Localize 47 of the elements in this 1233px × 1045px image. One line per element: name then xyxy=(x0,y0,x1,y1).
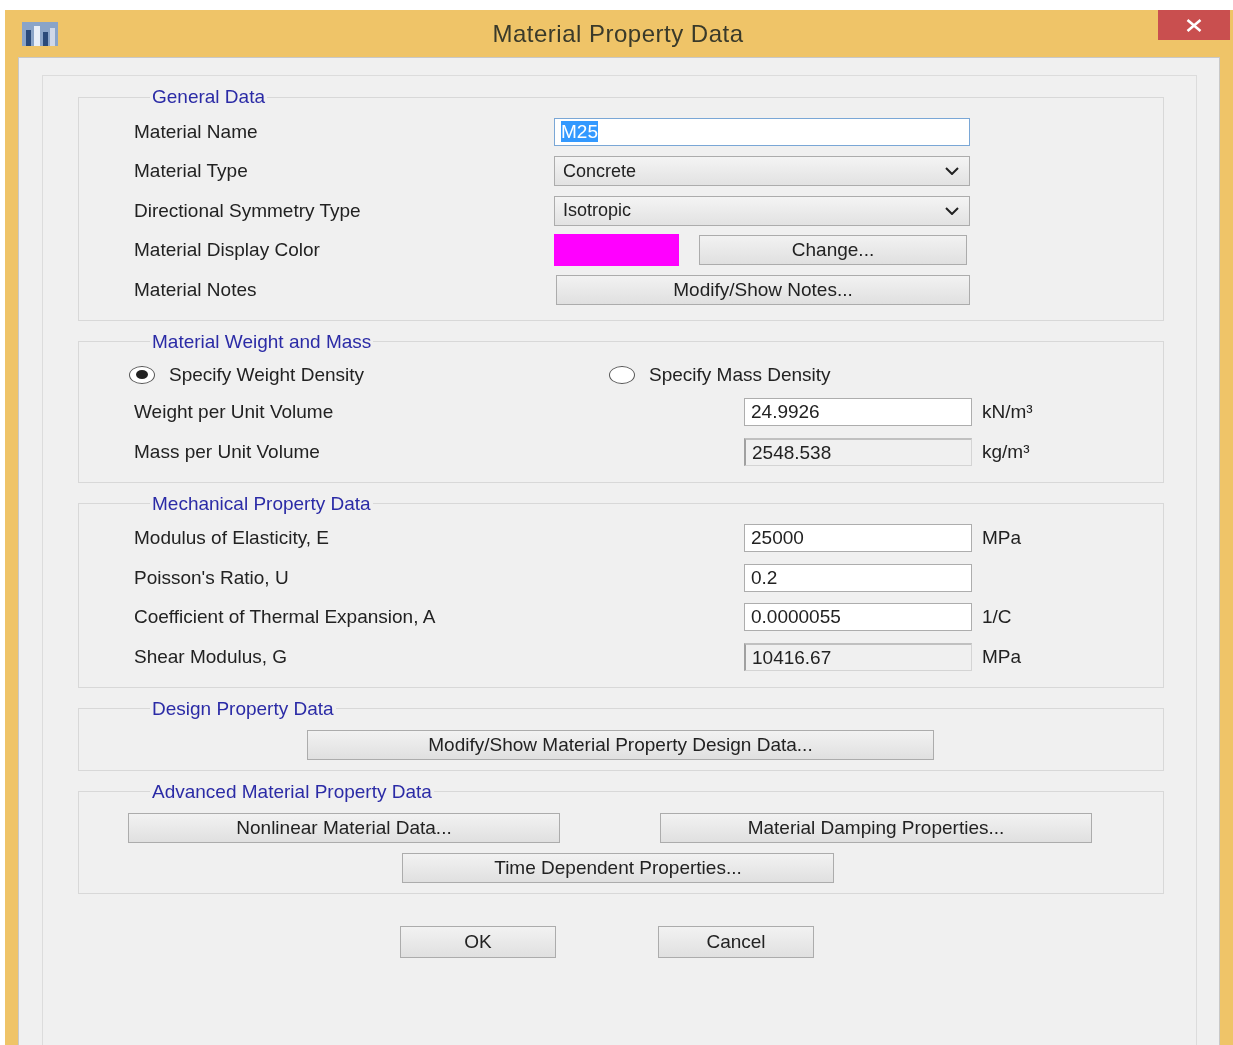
design-data-button[interactable]: Modify/Show Material Property Design Data... xyxy=(307,729,934,760)
section-title: General Data xyxy=(151,86,266,108)
app-icon xyxy=(22,21,58,46)
field-label: Material Name xyxy=(134,120,259,143)
section-title: Material Weight and Mass xyxy=(151,330,373,353)
chevron-down-icon xyxy=(945,206,959,215)
section-title: Advanced Material Property Data xyxy=(151,780,433,803)
close-icon xyxy=(1185,18,1203,32)
field-label: Shear Modulus, G xyxy=(134,645,289,668)
number-field[interactable]: 24.9926 xyxy=(744,398,972,427)
close-button[interactable] xyxy=(1158,10,1230,40)
field-label: Poisson's Ratio, U xyxy=(134,566,290,589)
number-field[interactable]: 0.0000055 xyxy=(744,603,972,632)
field-label: Modulus of Elasticity, E xyxy=(134,527,330,550)
field-label: Material Notes xyxy=(134,278,258,301)
field-value: M25 xyxy=(561,120,598,142)
field-label: Material Display Color xyxy=(134,239,321,262)
radio-option[interactable]: Specify Mass Density xyxy=(609,363,1009,386)
field-label: Material Type xyxy=(134,160,249,183)
number-field[interactable]: 0.2 xyxy=(744,563,972,592)
field-label: Weight per Unit Volume xyxy=(134,401,335,424)
section-title: Mechanical Property Data xyxy=(151,492,372,515)
property-button[interactable]: Time Dependent Properties... xyxy=(402,852,834,883)
unit-label: 1/C xyxy=(981,606,1013,629)
notes-button[interactable]: Modify/Show Notes... xyxy=(556,274,970,305)
field-label: Coefficient of Thermal Expansion, A xyxy=(134,606,437,629)
radio-option[interactable]: Specify Weight Density xyxy=(129,363,609,386)
property-button[interactable]: Material Damping Properties... xyxy=(660,812,1092,843)
dialog-button[interactable]: OK xyxy=(400,925,556,958)
property-button[interactable]: Nonlinear Material Data... xyxy=(128,812,560,843)
dropdown[interactable]: Isotropic xyxy=(554,195,970,226)
change-button[interactable]: Change... xyxy=(699,235,967,266)
radio-button[interactable] xyxy=(609,365,635,384)
number-field[interactable]: 25000 xyxy=(744,524,972,553)
radio-button[interactable] xyxy=(129,365,155,384)
unit-label: MPa xyxy=(981,645,1023,668)
dropdown[interactable]: Concrete xyxy=(554,156,970,187)
unit-label: kN/m³ xyxy=(981,401,1034,424)
window-title: Material Property Data xyxy=(491,19,745,48)
color-swatch[interactable] xyxy=(554,234,679,267)
field-label: Mass per Unit Volume xyxy=(134,440,321,463)
dialog-button[interactable]: Cancel xyxy=(658,925,814,958)
chevron-down-icon xyxy=(945,167,959,176)
section-title: Design Property Data xyxy=(151,697,335,720)
field-label: Directional Symmetry Type xyxy=(134,199,362,222)
unit-label: MPa xyxy=(981,527,1023,550)
unit-label: kg/m³ xyxy=(981,440,1031,463)
